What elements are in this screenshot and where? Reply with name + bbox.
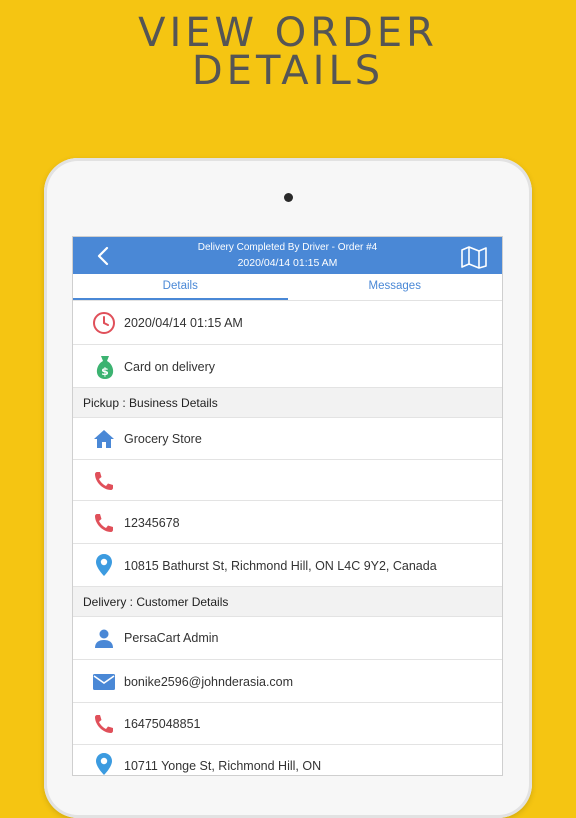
pickup-section-label: Pickup : Business Details: [83, 396, 218, 410]
list-item-payment: $ Card on delivery: [73, 345, 502, 388]
list-item-business-phone-1[interactable]: [73, 460, 502, 501]
promo-line-2: DETAILS: [191, 48, 385, 94]
list-item-customer-name: PersaCart Admin: [73, 617, 502, 660]
map-icon[interactable]: [460, 245, 488, 269]
list-item-customer-address[interactable]: 10711 Yonge St, Richmond Hill, ON: [73, 745, 502, 775]
customer-name: PersaCart Admin: [124, 631, 219, 645]
tablet-camera: [284, 193, 293, 202]
order-title: Delivery Completed By Driver - Order #4: [197, 242, 378, 253]
business-name: Grocery Store: [124, 432, 202, 446]
promo-line-1: VIEW ORDER: [138, 10, 438, 56]
location-pin-icon: [96, 554, 112, 576]
pickup-section-header: Pickup : Business Details: [73, 388, 502, 418]
delivery-section-label: Delivery : Customer Details: [83, 595, 229, 609]
order-datetime: 2020/04/14 01:15 AM: [124, 316, 243, 330]
list-item-customer-phone[interactable]: 16475048851: [73, 703, 502, 745]
delivery-section-header: Delivery : Customer Details: [73, 587, 502, 617]
phone-icon[interactable]: [92, 511, 116, 535]
phone-icon[interactable]: [92, 469, 116, 493]
tab-messages[interactable]: Messages: [288, 274, 503, 300]
customer-email: bonike2596@johnderasia.com: [124, 675, 294, 689]
payment-method: Card on delivery: [124, 360, 216, 374]
svg-text:$: $: [101, 365, 109, 378]
list-item-customer-email[interactable]: bonike2596@johnderasia.com: [73, 660, 502, 703]
clock-icon: [93, 312, 115, 334]
phone-icon[interactable]: [92, 712, 116, 736]
tab-bar: Details Messages: [73, 274, 502, 301]
list-item-datetime: 2020/04/14 01:15 AM: [73, 301, 502, 345]
order-timestamp: 2020/04/14 01:15 AM: [237, 257, 338, 269]
list-item-business-phone-2[interactable]: 12345678: [73, 501, 502, 544]
business-address: 10815 Bathurst St, Richmond Hill, ON L4C…: [124, 559, 437, 573]
location-pin-icon: [96, 753, 112, 775]
list-item-business-name: Grocery Store: [73, 418, 502, 460]
business-phone-2: 12345678: [124, 516, 180, 530]
user-icon: [95, 629, 113, 648]
customer-address: 10711 Yonge St, Richmond Hill, ON: [124, 759, 322, 773]
list-item-business-address[interactable]: 10815 Bathurst St, Richmond Hill, ON L4C…: [73, 544, 502, 587]
tab-details[interactable]: Details: [73, 274, 288, 300]
money-bag-icon: $: [96, 356, 114, 379]
customer-phone: 16475048851: [124, 717, 201, 731]
email-icon[interactable]: [92, 670, 116, 694]
promo-headline: VIEW ORDER DETAILS: [0, 10, 576, 94]
home-icon: [94, 430, 114, 448]
app-bar: Delivery Completed By Driver - Order #4 …: [73, 237, 502, 274]
app-screen: Delivery Completed By Driver - Order #4 …: [72, 236, 503, 776]
